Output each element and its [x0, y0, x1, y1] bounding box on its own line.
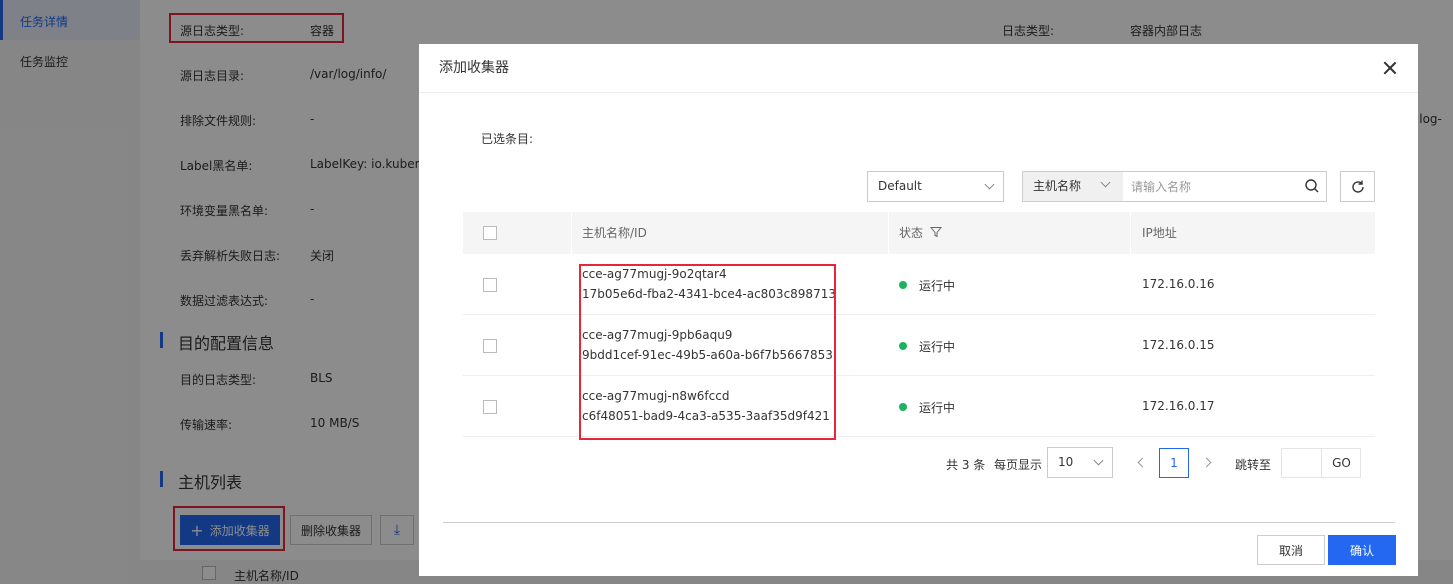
region-select-value: Default	[878, 179, 922, 193]
region-select[interactable]: Default	[867, 171, 1004, 202]
pager-per-page-label: 每页显示	[994, 458, 1043, 472]
dialog-header-divider	[419, 92, 1418, 93]
table-header: 主机名称/ID 状态 IP地址	[463, 212, 1375, 254]
chevron-down-icon	[984, 179, 995, 190]
status-running-dot	[899, 403, 907, 411]
status-cell: 运行中	[899, 399, 955, 416]
col-separator	[888, 212, 889, 254]
next-page-icon[interactable]	[1201, 457, 1212, 468]
ip-cell: 172.16.0.15	[1142, 338, 1215, 352]
dialog-title: 添加收集器	[439, 60, 509, 76]
prev-page-icon[interactable]	[1137, 457, 1148, 468]
ip-cell: 172.16.0.16	[1142, 277, 1215, 291]
search-type-select[interactable]: 主机名称	[1023, 172, 1123, 201]
dialog-footer-divider	[443, 522, 1395, 523]
status-cell: 运行中	[899, 338, 955, 355]
search-input[interactable]	[1123, 172, 1303, 201]
page-size-value: 10	[1058, 455, 1074, 469]
status-running-dot	[899, 281, 907, 289]
col-status-label: 状态	[899, 226, 924, 240]
status-running-dot	[899, 342, 907, 350]
chevron-down-icon	[1100, 177, 1111, 188]
cancel-button[interactable]: 取消	[1257, 535, 1325, 565]
close-icon[interactable]	[1380, 58, 1400, 78]
selected-items-label: 已选条目:	[481, 132, 534, 146]
pager-total: 共 3 条	[946, 458, 986, 472]
search-icon[interactable]	[1304, 178, 1320, 194]
col-status: 状态	[899, 212, 942, 254]
search-box: 主机名称	[1022, 171, 1327, 202]
page-size-select[interactable]: 10	[1047, 447, 1113, 478]
refresh-icon	[1351, 180, 1364, 193]
status-text: 运行中	[919, 401, 956, 415]
col-separator	[571, 212, 572, 254]
chevron-down-icon	[1093, 455, 1104, 466]
highlight-host-ids	[579, 264, 836, 440]
select-all-checkbox[interactable]	[483, 226, 497, 240]
refresh-button[interactable]	[1340, 171, 1375, 202]
col-ip: IP地址	[1142, 226, 1177, 240]
filter-icon[interactable]	[929, 226, 942, 238]
ip-cell: 172.16.0.17	[1142, 399, 1215, 413]
row-checkbox[interactable]	[483, 339, 497, 353]
row-checkbox[interactable]	[483, 400, 497, 414]
status-text: 运行中	[919, 279, 956, 293]
page-number-current[interactable]: 1	[1159, 448, 1189, 478]
jump-to-label: 跳转至	[1235, 458, 1272, 472]
status-text: 运行中	[919, 340, 956, 354]
search-type-value: 主机名称	[1033, 179, 1082, 193]
col-separator	[1130, 212, 1131, 254]
go-button[interactable]: GO	[1321, 448, 1361, 478]
status-cell: 运行中	[899, 277, 955, 294]
confirm-button[interactable]: 确认	[1328, 535, 1396, 565]
add-collector-dialog: 添加收集器 已选条目: Default 主机名称 主机名称/ID	[419, 44, 1418, 576]
dialog-header: 添加收集器	[419, 44, 1418, 92]
col-host: 主机名称/ID	[582, 226, 647, 240]
row-checkbox[interactable]	[483, 278, 497, 292]
